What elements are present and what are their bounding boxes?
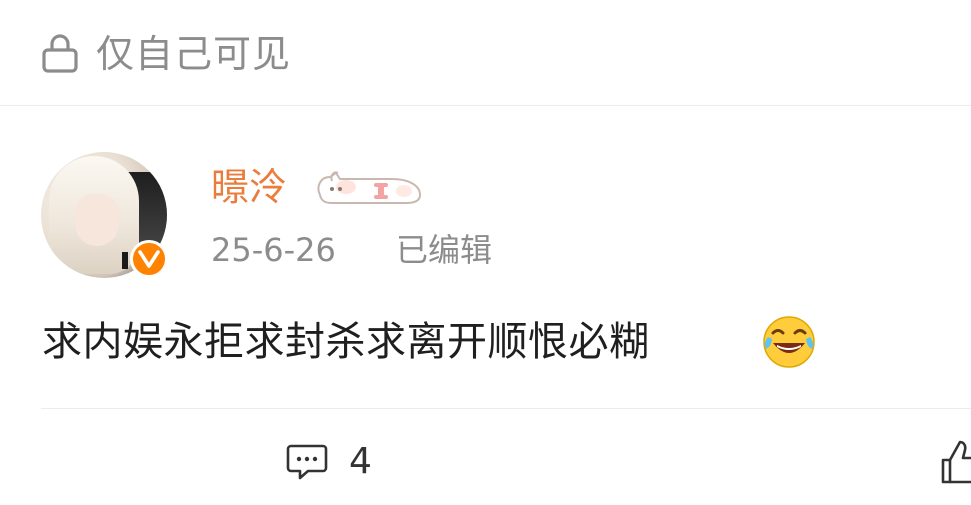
comment-text: 求内娱永拒求封杀求离开顺恨必糊 [42, 319, 650, 365]
timestamp: 25-6-26 [211, 231, 336, 269]
verified-badge-icon [130, 240, 168, 278]
comment-icon[interactable] [286, 442, 328, 482]
weibo-comment-page: 仅自己可见 暻泠 25-6-26 已编辑 求内娱永拒求封杀求离开顺恨必糊 4 [0, 0, 971, 505]
visibility-label: 仅自己可见 [96, 32, 292, 76]
edited-label[interactable]: 已编辑 [396, 230, 492, 270]
divider [0, 105, 971, 106]
avatar-accent [122, 252, 128, 269]
cat-fan-badge-icon [317, 171, 422, 204]
comment-count[interactable]: 4 [349, 440, 372, 484]
username[interactable]: 暻泠 [211, 164, 287, 210]
like-icon[interactable] [940, 438, 971, 484]
divider [41, 408, 971, 409]
visibility-bar: 仅自己可见 [0, 0, 971, 105]
laughing-tears-emoji [763, 316, 815, 368]
lock-icon [42, 34, 78, 73]
